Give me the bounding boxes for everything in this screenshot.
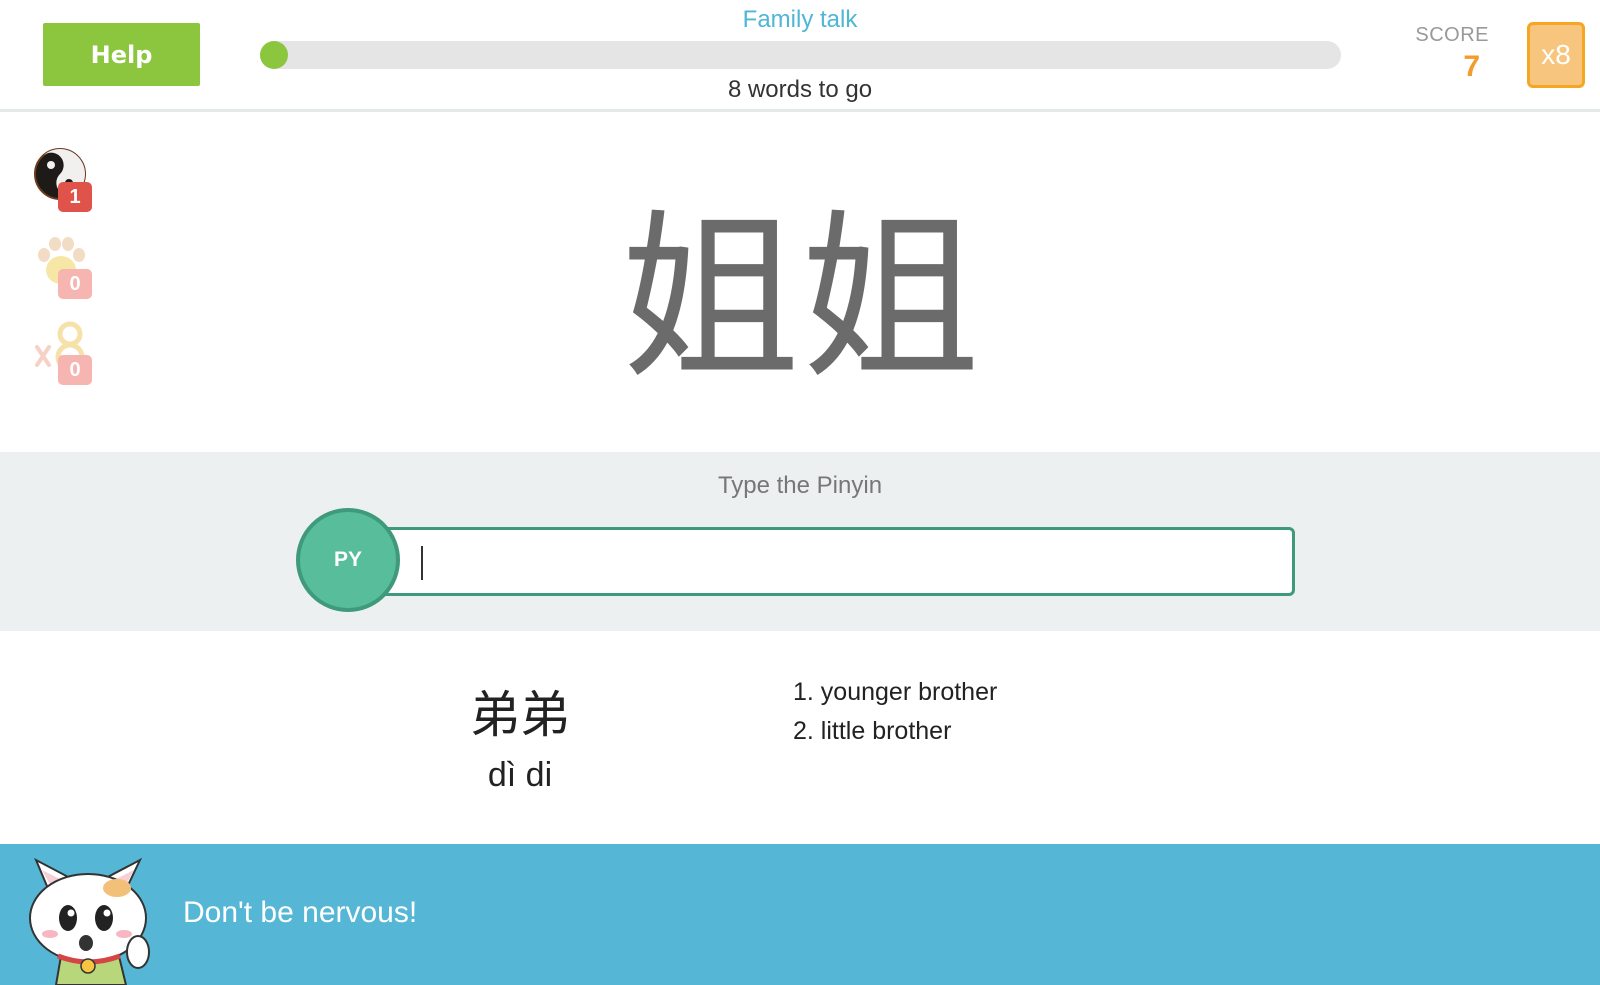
top-bar: Help Family talk 8 words to go SCORE 7 x… xyxy=(0,0,1600,112)
cat-mascot-icon xyxy=(29,857,150,985)
definition-item: 2. little brother xyxy=(793,717,952,745)
previous-word-pinyin: dì di xyxy=(487,756,553,794)
message-banner: Don't be nervous! xyxy=(0,844,1600,985)
definition-item: 1. younger brother xyxy=(793,678,998,706)
question-character: 姐姐 xyxy=(619,195,980,404)
score-multiplier-badge: x8 xyxy=(1527,22,1585,88)
words-remaining: 8 words to go xyxy=(727,76,873,103)
encouragement-message: Don't be nervous! xyxy=(183,896,418,929)
lesson-title: Family talk xyxy=(742,6,858,33)
answer-prompt: Type the Pinyin xyxy=(717,472,883,499)
pinyin-input[interactable] xyxy=(370,527,1295,596)
previous-word-hanzi: 弟弟 xyxy=(470,686,570,744)
answer-area: Type the Pinyin PY xyxy=(0,452,1600,631)
score-value: 7 xyxy=(1463,50,1480,83)
score-label: SCORE xyxy=(1415,24,1489,46)
progress-bar xyxy=(260,41,1341,69)
progress-fill xyxy=(260,41,288,69)
pinyin-mode-badge: PY xyxy=(296,508,400,612)
definition-list: 1. younger brother 2. little brother xyxy=(793,678,997,756)
text-caret xyxy=(421,546,423,580)
